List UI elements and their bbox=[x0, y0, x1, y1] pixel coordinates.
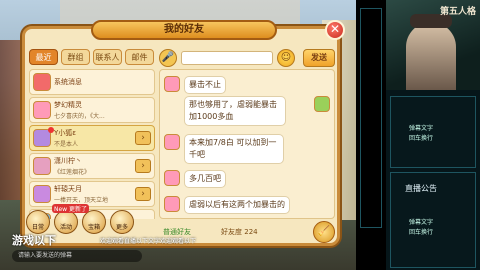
send-button[interactable]: 发送 bbox=[303, 49, 335, 67]
chat-history[interactable]: 暴击不止 那也够用了，虐弱能暴击加1000多血 本来加7/8白 可以加到一千吧 … bbox=[159, 69, 335, 219]
avatar bbox=[33, 101, 51, 119]
friend-name: 梦幻精灵 bbox=[54, 101, 82, 109]
avatar bbox=[164, 196, 180, 212]
stream-side-strip bbox=[356, 0, 386, 270]
bottom-menu: 日常 活动 宝箱 更多 bbox=[26, 210, 134, 234]
announcement-text: 回车换行 bbox=[409, 229, 434, 236]
emoji-icon[interactable]: ☺ bbox=[277, 49, 295, 67]
list-item[interactable]: 系统消息 bbox=[29, 69, 155, 95]
side-frame bbox=[360, 8, 382, 228]
announcement-box: 直播公告 弹幕文字 回车换行 bbox=[390, 172, 476, 268]
list-item[interactable]: 潇川柠丶 《红莲烟花》 › bbox=[29, 153, 155, 179]
friend-name: 轩辕天月 bbox=[54, 185, 82, 193]
avatar bbox=[314, 96, 330, 112]
avatar bbox=[33, 157, 51, 175]
chest-icon[interactable]: 宝箱 bbox=[82, 210, 106, 234]
friend-signature: 七夕喜庆的，《大... bbox=[54, 113, 105, 120]
chat-input[interactable] bbox=[181, 51, 273, 65]
favor-label: 好友度 bbox=[221, 228, 242, 236]
daily-icon[interactable]: 日常 bbox=[26, 210, 50, 234]
game-promo-art: 第五人格 bbox=[386, 0, 480, 90]
announcement-text: 弹幕文字 bbox=[409, 219, 434, 226]
chevron-right-icon[interactable]: › bbox=[135, 159, 151, 173]
stream-subcaption: 欢迎观看直播以下文字欢迎观看以下 bbox=[100, 238, 197, 245]
chevron-right-icon[interactable]: › bbox=[135, 187, 151, 201]
game-logo: 第五人格 bbox=[439, 7, 476, 17]
microphone-icon[interactable]: 🎤 bbox=[159, 49, 177, 67]
stream-info-panel: 第五人格 弹幕文字 回车换行 直播公告 弹幕文字 回车换行 bbox=[386, 0, 480, 270]
danmaku-input[interactable]: 请输入要发送的弹幕 bbox=[12, 250, 142, 262]
character-figure bbox=[406, 22, 456, 90]
avatar bbox=[33, 73, 51, 91]
avatar bbox=[164, 76, 180, 92]
list-item[interactable]: 轩辕天月 一棒开天，顶天立地 › bbox=[29, 181, 155, 207]
chat-message: 本来加7/8白 可以加到一千吧 bbox=[184, 134, 284, 164]
friend-name: 潇川柠丶 bbox=[54, 157, 82, 165]
chevron-right-icon[interactable]: › bbox=[135, 131, 151, 145]
update-badge: New 更新了 bbox=[52, 204, 89, 213]
broom-icon[interactable]: 🧹 bbox=[313, 221, 335, 243]
tab-mail[interactable]: 邮件 bbox=[125, 49, 154, 65]
list-item[interactable]: Y小狐ε 不是本人 › bbox=[29, 125, 155, 151]
announcement-title: 直播公告 bbox=[405, 184, 437, 193]
avatar bbox=[33, 185, 51, 203]
friend-name: Y小狐ε bbox=[54, 129, 77, 137]
list-item[interactable]: 梦幻精灵 七夕喜庆的，《大... bbox=[29, 97, 155, 123]
tab-contacts[interactable]: 联系人 bbox=[93, 49, 122, 65]
event-icon[interactable]: 活动 bbox=[54, 210, 78, 234]
chat-message: 暴击不止 bbox=[184, 76, 226, 94]
favor-value: 224 bbox=[244, 228, 258, 236]
danmaku-box: 弹幕文字 回车换行 bbox=[390, 96, 476, 168]
chat-message: 那也够用了，虐弱能暴击加1000多血 bbox=[184, 96, 286, 126]
danmaku-text: 回车换行 bbox=[409, 135, 434, 142]
panel-title: 我的好友 bbox=[91, 20, 277, 40]
friend-signature: 不是本人 bbox=[54, 141, 79, 148]
more-icon[interactable]: 更多 bbox=[110, 210, 134, 234]
avatar bbox=[164, 170, 180, 186]
tab-recent[interactable]: 最近 bbox=[29, 49, 58, 65]
chat-message: 虐弱以后有这两个加暴击的 bbox=[184, 196, 290, 214]
tab-groups[interactable]: 群组 bbox=[61, 49, 90, 65]
chat-input-bar: 🎤 ☺ 发送 bbox=[159, 49, 335, 67]
friend-name: 系统消息 bbox=[54, 78, 82, 86]
chat-message: 多几百吧 bbox=[184, 170, 226, 188]
friend-signature: 《红莲烟花》 bbox=[54, 169, 91, 176]
stream-caption: 游戏以下 bbox=[12, 234, 56, 247]
close-button[interactable]: ✕ bbox=[325, 20, 345, 40]
danmaku-text: 弹幕文字 bbox=[409, 125, 434, 132]
friend-signature: 一棒开天，顶天立地 bbox=[54, 197, 109, 204]
panel-tabs: 最近 群组 联系人 邮件 bbox=[29, 49, 154, 65]
avatar bbox=[164, 134, 180, 150]
friend-list[interactable]: 系统消息 梦幻精灵 七夕喜庆的，《大... Y小狐ε 不是本人 › 潇川柠丶 《… bbox=[29, 69, 155, 219]
favor-level: 好友度 224 bbox=[221, 227, 258, 237]
game-view: 我的好友 ✕ 最近 群组 联系人 邮件 系统消息 梦幻精灵 七夕喜庆的，《大..… bbox=[0, 0, 356, 270]
